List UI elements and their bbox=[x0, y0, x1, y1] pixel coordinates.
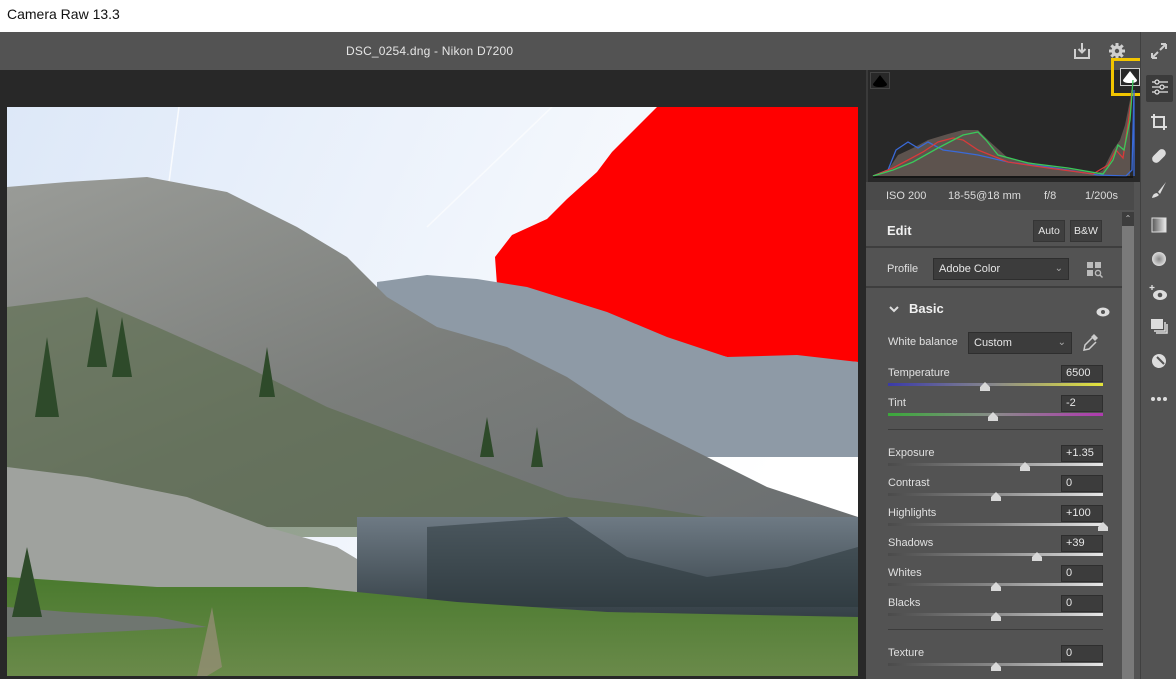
tint-value-input[interactable]: -2 bbox=[1061, 395, 1103, 412]
highlights-label: Highlights bbox=[888, 507, 937, 519]
white-balance-value: Custom bbox=[974, 337, 1012, 349]
temperature-slider-thumb[interactable] bbox=[979, 382, 990, 391]
panel-scrollbar[interactable]: ⌃ bbox=[1122, 212, 1134, 679]
more-options-icon bbox=[1150, 387, 1168, 406]
exposure-value-input[interactable]: +1.35 bbox=[1061, 445, 1103, 462]
save-icon[interactable] bbox=[1072, 41, 1092, 61]
edit-sliders-tool-button[interactable] bbox=[1146, 75, 1173, 102]
brush-tool-button[interactable] bbox=[1147, 180, 1171, 204]
contrast-label: Contrast bbox=[888, 477, 930, 489]
exif-info: ISO 200 18-55@18 mm f/8 1/200s bbox=[866, 182, 1134, 210]
highlights-slider-thumb[interactable] bbox=[1098, 522, 1108, 531]
presets-tool-button[interactable] bbox=[1147, 351, 1171, 375]
chevron-down-icon: ⌄ bbox=[1057, 337, 1066, 348]
whites-label: Whites bbox=[888, 567, 922, 579]
temperature-slider-track[interactable] bbox=[888, 383, 1103, 386]
more-options-tool-button[interactable] bbox=[1147, 384, 1171, 408]
basic-title: Basic bbox=[909, 301, 944, 316]
tint-label: Tint bbox=[888, 397, 906, 409]
white-balance-select[interactable]: Custom ⌄ bbox=[968, 332, 1072, 354]
brush-icon bbox=[1150, 181, 1168, 203]
white-balance-label: White balance bbox=[888, 336, 958, 348]
texture-slider-thumb[interactable] bbox=[990, 662, 1001, 671]
snapshots-tool-button[interactable] bbox=[1147, 317, 1171, 341]
shadows-slider-track[interactable] bbox=[888, 553, 1103, 556]
highlight-clipping-warning-button[interactable] bbox=[1120, 68, 1140, 86]
radial-filter-tool-button[interactable] bbox=[1147, 249, 1171, 273]
shadows-slider-thumb[interactable] bbox=[1032, 552, 1043, 561]
radial-filter-icon bbox=[1150, 250, 1168, 272]
exif-aperture: f/8 bbox=[1044, 190, 1057, 202]
window-titlebar: Camera Raw 13.3 bbox=[0, 0, 1176, 32]
highlights-slider-track[interactable] bbox=[888, 523, 1103, 526]
profile-browser-icon[interactable] bbox=[1087, 262, 1103, 282]
camera-raw-app: DSC_0254.dng - Nikon D7200 ISO 200 18-55… bbox=[0, 32, 1176, 679]
highlight-clipping-icon bbox=[1123, 71, 1137, 83]
histogram-graph bbox=[872, 79, 1135, 178]
red-eye-tool-button[interactable] bbox=[1147, 283, 1171, 307]
histogram bbox=[866, 58, 1147, 182]
image-canvas[interactable] bbox=[0, 70, 866, 679]
chevron-down-icon: ⌄ bbox=[1054, 263, 1063, 274]
blacks-value-input[interactable]: 0 bbox=[1061, 595, 1103, 612]
bw-button[interactable]: B&W bbox=[1070, 220, 1102, 242]
whites-value-input[interactable]: 0 bbox=[1061, 565, 1103, 582]
whites-slider-thumb[interactable] bbox=[990, 582, 1001, 591]
crop-tool-button[interactable] bbox=[1147, 112, 1171, 136]
edit-title: Edit bbox=[887, 223, 912, 238]
profile-select[interactable]: Adobe Color ⌄ bbox=[933, 258, 1069, 280]
snapshots-icon bbox=[1150, 318, 1168, 340]
exif-iso: ISO 200 bbox=[886, 190, 927, 202]
profile-label: Profile bbox=[887, 263, 919, 275]
texture-value-input[interactable]: 0 bbox=[1061, 645, 1103, 662]
temperature-label: Temperature bbox=[888, 367, 950, 379]
healing-bandage-icon bbox=[1150, 147, 1168, 169]
edit-sliders-icon bbox=[1151, 78, 1169, 100]
section-divider bbox=[888, 629, 1103, 630]
shadow-clipping-icon bbox=[873, 75, 887, 87]
temperature-value-input[interactable]: 6500 bbox=[1061, 365, 1103, 382]
exif-lens: 18-55@18 mm bbox=[948, 190, 1021, 202]
texture-label: Texture bbox=[888, 647, 925, 659]
red-eye-icon bbox=[1149, 284, 1169, 306]
tool-strip bbox=[1140, 32, 1176, 679]
healing-bandage-tool-button[interactable] bbox=[1147, 146, 1171, 170]
shadow-clipping-warning-button[interactable] bbox=[870, 72, 890, 89]
exposure-slider-track[interactable] bbox=[888, 463, 1103, 466]
gradient-tool-button[interactable] bbox=[1147, 215, 1171, 239]
contrast-value-input[interactable]: 0 bbox=[1061, 475, 1103, 492]
basic-section-header[interactable]: Basic bbox=[866, 290, 1122, 326]
window-title: Camera Raw 13.3 bbox=[7, 6, 120, 22]
shadows-value-input[interactable]: +39 bbox=[1061, 535, 1103, 552]
chevron-down-icon[interactable] bbox=[888, 300, 900, 319]
photo-preview[interactable] bbox=[7, 107, 858, 676]
gradient-icon bbox=[1150, 216, 1168, 238]
exif-shutter: 1/200s bbox=[1085, 190, 1119, 202]
contrast-slider-thumb[interactable] bbox=[990, 492, 1001, 501]
edit-header: Edit Auto B&W bbox=[866, 212, 1122, 248]
eyedropper-icon[interactable] bbox=[1082, 332, 1100, 356]
shadows-label: Shadows bbox=[888, 537, 934, 549]
file-name: DSC_0254.dng - Nikon D7200 bbox=[346, 44, 514, 58]
fullscreen-toggle-icon[interactable] bbox=[1149, 41, 1169, 65]
presets-icon bbox=[1150, 352, 1168, 374]
blacks-label: Blacks bbox=[888, 597, 921, 609]
section-divider bbox=[888, 429, 1103, 430]
crop-icon bbox=[1150, 113, 1168, 135]
document-header: DSC_0254.dng - Nikon D7200 bbox=[0, 32, 1140, 70]
highlights-value-input[interactable]: +100 bbox=[1061, 505, 1103, 522]
right-panel: ISO 200 18-55@18 mm f/8 1/200s Edit Auto… bbox=[866, 58, 1147, 679]
blacks-slider-thumb[interactable] bbox=[990, 612, 1001, 621]
auto-button[interactable]: Auto bbox=[1033, 220, 1065, 242]
profile-select-value: Adobe Color bbox=[939, 263, 1001, 275]
profile-row: Profile Adobe Color ⌄ bbox=[866, 250, 1122, 288]
exposure-label: Exposure bbox=[888, 447, 935, 459]
visibility-eye-icon[interactable] bbox=[1096, 302, 1110, 321]
tint-slider-thumb[interactable] bbox=[988, 412, 999, 421]
scroll-up-arrow-icon[interactable]: ⌃ bbox=[1122, 212, 1134, 226]
exposure-slider-thumb[interactable] bbox=[1019, 462, 1030, 471]
